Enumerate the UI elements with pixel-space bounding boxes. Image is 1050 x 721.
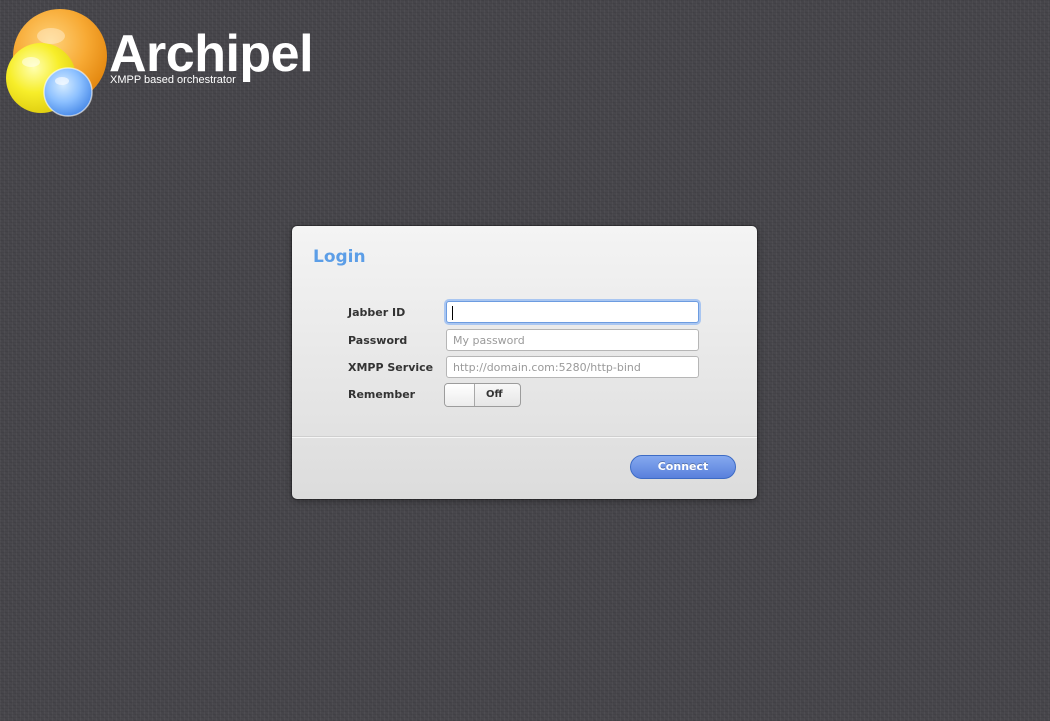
app-tagline: XMPP based orchestrator <box>110 74 236 86</box>
divider <box>292 436 757 438</box>
text-cursor <box>452 306 453 320</box>
jabber-id-input[interactable] <box>446 301 699 323</box>
password-input[interactable] <box>446 329 699 351</box>
login-title: Login <box>313 247 366 267</box>
toggle-state-label: Off <box>486 389 503 400</box>
remember-toggle[interactable]: Off <box>444 383 521 407</box>
xmpp-service-input[interactable] <box>446 356 699 378</box>
login-window: Login Jabber ID Password XMPP Service Re… <box>292 226 757 499</box>
xmpp-service-label: XMPP Service <box>348 361 434 374</box>
connect-button[interactable]: Connect <box>630 455 736 479</box>
app-logo: Archipel XMPP based orchestrator <box>5 6 335 118</box>
toggle-knob[interactable] <box>445 384 475 406</box>
password-label: Password <box>348 334 408 347</box>
jabber-id-label: Jabber ID <box>348 306 406 319</box>
archipel-logo-icon <box>6 9 107 117</box>
remember-label: Remember <box>348 388 416 401</box>
